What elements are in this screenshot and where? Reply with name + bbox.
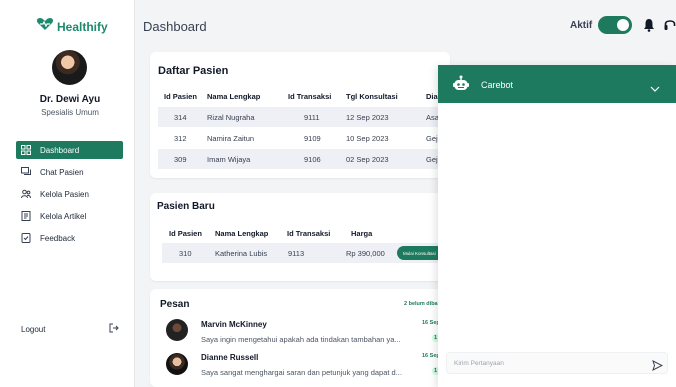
column-header: Tgl Konsultasi [346,92,398,101]
cell-id-pasien: 310 [179,249,192,258]
sidebar: Healthify Dr. Dewi Ayu Spesialis Umum Da… [0,0,135,387]
chat-icon [21,167,31,177]
chevron-down-icon[interactable] [650,80,660,98]
carebot-header[interactable]: Carebot [438,65,676,103]
sidebar-item-kelola-artikel[interactable]: Kelola Artikel [16,207,123,225]
message-sender: Marvin McKinney [201,320,267,329]
pesan-title: Pesan [160,299,190,310]
cell-diagnosa: Asa [426,113,439,122]
sidebar-item-dashboard[interactable]: Dashboard [16,141,123,159]
cell-nama: Imam Wijaya [207,155,251,164]
carebot-question-input[interactable]: Kirim Pertanyaan [446,352,668,374]
message-sender: Dianne Russell [201,353,259,362]
cell-id-pasien: 312 [174,134,187,143]
feedback-icon [21,233,31,243]
profile-avatar[interactable] [52,50,87,85]
cell-id-transaksi: 9109 [304,134,321,143]
status-toggle[interactable] [598,16,632,34]
avatar [166,319,188,341]
sidebar-nav: Dashboard Chat Pasien Kelola Pasien Kelo… [16,141,123,251]
profile-name: Dr. Dewi Ayu [39,94,101,105]
column-header: Id Pasien [169,229,202,238]
cell-harga: Rp 390,000 [346,249,385,258]
cell-id-transaksi: 9106 [304,155,321,164]
cell-tgl: 10 Sep 2023 [346,134,389,143]
cell-id-pasien: 314 [174,113,187,122]
table-row[interactable]: 314 Rizal Nugraha 9111 12 Sep 2023 Asa [158,107,440,127]
cell-diagnosa: Gej [426,155,438,164]
page-title: Dashboard [143,19,207,34]
users-icon [21,189,31,199]
profile-role: Spesialis Umum [41,108,99,117]
unread-count: 2 belum diba [404,301,438,307]
daftar-pasien-title: Daftar Pasien [158,65,229,77]
cell-tgl: 12 Sep 2023 [346,113,389,122]
brand-logo[interactable]: Healthify [36,17,108,36]
cell-id-transaksi: 9111 [304,113,320,122]
robot-icon [453,75,469,97]
cell-nama: Katherina Lubis [215,249,268,258]
message-preview[interactable]: Saya ingin mengetahui apakah ada tindaka… [201,335,401,344]
logout-icon [109,323,119,335]
column-header: Id Transaksi [287,229,331,238]
message-preview[interactable]: Saya sangat menghargai saran dan petunju… [201,368,402,377]
headset-icon[interactable] [664,18,676,37]
cell-nama: Namira Zaitun [207,134,255,143]
column-header: Nama Lengkap [215,229,269,238]
article-icon [21,211,31,221]
heart-logo-icon [36,17,54,36]
sidebar-item-label: Feedback [40,233,76,243]
sidebar-item-label: Chat Pasien [40,167,84,177]
table-row[interactable]: 312 Namira Zaitun 9109 10 Sep 2023 Gej [158,128,440,148]
brand-name: Healthify [57,19,108,34]
sidebar-item-label: Kelola Pasien [40,189,89,199]
send-icon[interactable] [652,358,664,376]
sidebar-item-feedback[interactable]: Feedback [16,229,123,247]
status-label: Aktif [570,20,593,31]
column-header: Harga [351,229,373,238]
unread-badge-count: 1 [434,335,438,341]
unread-badge-count: 1 [434,368,438,374]
bell-icon[interactable] [643,18,655,37]
column-header: Id Transaksi [288,92,332,101]
dashboard-icon [21,145,31,155]
input-placeholder: Kirim Pertanyaan [454,360,504,367]
column-header: Id Pasien [164,92,197,101]
logout-button[interactable]: Logout [21,323,119,335]
sidebar-item-label: Kelola Artikel [40,211,87,221]
sidebar-item-label: Dashboard [40,145,80,155]
cell-diagnosa: Gej [426,134,438,143]
cell-id-pasien: 309 [174,155,187,164]
table-row[interactable]: 309 Imam Wijaya 9106 02 Sep 2023 Gej [158,149,440,169]
avatar [166,353,188,375]
sidebar-item-kelola-pasien[interactable]: Kelola Pasien [16,185,123,203]
column-header: Nama Lengkap [207,92,261,101]
sidebar-item-chat-pasien[interactable]: Chat Pasien [16,163,123,181]
carebot-title: Carebot [481,80,514,90]
pasien-baru-title: Pasien Baru [157,201,215,212]
cell-id-transaksi: 9113 [288,249,305,258]
cell-tgl: 02 Sep 2023 [346,155,389,164]
carebot-panel: Carebot Kirim Pertanyaan [438,65,676,387]
logout-label: Logout [21,324,46,334]
cell-nama: Rizal Nugraha [207,113,255,122]
